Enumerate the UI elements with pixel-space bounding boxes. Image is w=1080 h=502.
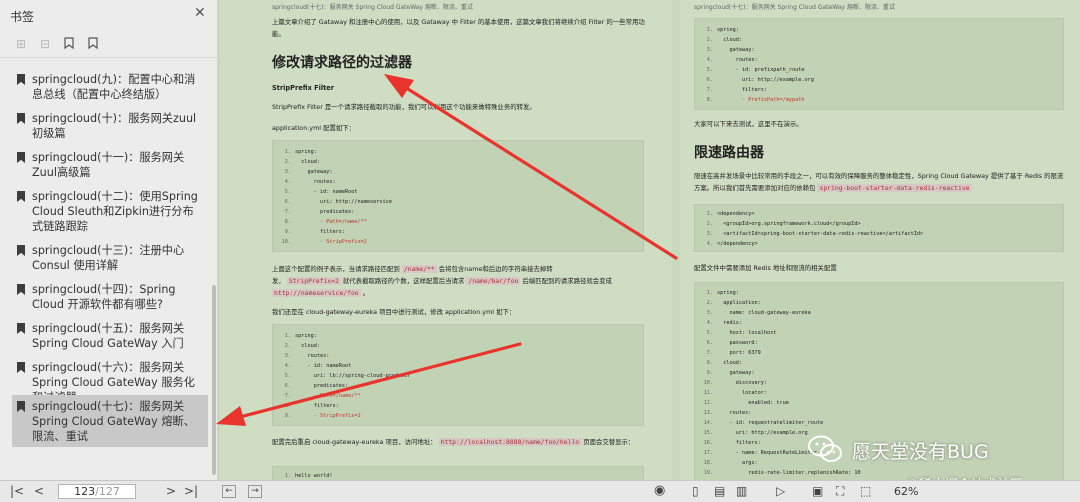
code-block: 1. spring: 2. cloud: 3. gateway: 4. route… [694,18,1064,110]
fit-width-icon[interactable]: ⬚ [860,483,871,499]
actual-size-icon[interactable]: ▣ [812,483,823,499]
back-icon[interactable]: ← [222,485,236,498]
bookmark-sidebar: 书签 ✕ ⊞ ⊟ springcloud(九)：配置中心和消息总线（配置中心终结… [0,0,218,480]
next-page-icon[interactable]: > [166,483,176,499]
subsection-heading: StripPrefix Filter [272,84,335,92]
bookmark-icon [17,74,25,85]
document-page-right: springcloud(十七)：服务网关 Spring Cloud GateWa… [680,0,1080,480]
code-block: 1. spring: 2. cloud: 3. gateway: 4. route… [272,140,644,252]
section-heading: 修改请求路径的过滤器 [272,55,412,71]
section-heading: 限速路由器 [694,145,764,161]
running-head: springcloud(十七)：服务网关 Spring Cloud GateWa… [694,4,895,11]
add-bookmark-icon[interactable] [62,37,76,51]
bookmark-icon [17,245,25,256]
running-head: springcloud(十七)：服务网关 Spring Cloud GateWa… [272,4,473,11]
bottom-toolbar: |< < 123/127 > >| ← → ◉ ▯ ▤ ▥ ▷ ▣ ⛶ ⬚ 62… [0,480,1080,502]
bookmark-item[interactable]: springcloud(十四)：Spring Cloud 开源软件都有哪些? [12,280,208,314]
paragraph: 配置完后重启 cloud-gateway-eureka 项目，访问地址： htt… [272,438,635,446]
collapse-all-icon[interactable]: ⊟ [38,37,52,51]
close-icon[interactable]: ✕ [194,5,206,21]
wechat-icon [808,435,842,462]
play-icon[interactable]: ▷ [776,483,785,499]
page-number-input[interactable]: 123/127 [58,484,136,499]
bookmark-icon[interactable] [86,37,100,51]
paragraph: 配置文件中需要添加 Redis 地址和限流的相关配置 [694,264,837,272]
bookmark-icon [17,191,25,202]
prev-page-icon[interactable]: < [34,483,44,499]
bookmark-item[interactable]: springcloud(十二)：使用Spring Cloud Sleuth和Zi… [12,187,208,236]
continuous-page-icon[interactable]: ▤ [714,483,725,499]
forward-icon[interactable]: → [248,485,262,498]
zoom-level[interactable]: 62% [894,485,918,498]
sidebar-toolbar: ⊞ ⊟ [0,32,218,58]
sidebar-scrollbar[interactable] [212,285,216,475]
bookmark-icon [17,362,25,373]
bookmark-item[interactable]: springcloud(十)：服务网关zuul初级篇 [12,109,208,143]
code-block: 1. spring: 2. cloud: 3. routes: 4. - id: … [272,324,644,426]
bookmark-icon [17,152,25,163]
watermark-text: 愿天堂没有BUG [852,441,989,463]
last-page-icon[interactable]: >| [184,483,198,499]
expand-all-icon[interactable]: ⊞ [14,37,28,51]
bookmark-item[interactable]: springcloud(十五)：服务网关 Spring Cloud GateWa… [12,319,208,353]
first-page-icon[interactable]: |< [10,483,24,499]
sidebar-title: 书签 [10,10,35,24]
paragraph: StripPrefix Filter 是一个请求路径截取的功能，我们可以利用这个… [272,103,536,111]
two-page-icon[interactable]: ▥ [736,483,747,499]
bookmark-icon [17,284,25,295]
bookmark-item-active[interactable]: springcloud(十七)：服务网关 Spring Cloud GateWa… [12,395,208,447]
bookmark-icon [17,113,25,124]
code-block: 1. hello world! [272,466,644,480]
eye-icon[interactable]: ◉ [654,483,665,499]
bookmark-icon [17,323,25,334]
bookmark-item[interactable]: springcloud(九)：配置中心和消息总线（配置中心终结版） [12,70,208,104]
paragraph: 限速在高并发场景中比较常用的手段之一，可以有效的保障服务的整体稳定性，Sprin… [694,172,1064,192]
sidebar-header: 书签 ✕ [0,0,218,30]
paragraph: 上面这个配置的例子表示，当请求路径匹配到 /name/** 会将包含name和后… [272,265,612,297]
paragraph: application.yml 配置如下： [272,124,356,132]
document-page-left: springcloud(十七)：服务网关 Spring Cloud GateWa… [220,0,672,480]
intro-paragraph: 上篇文章介绍了 Gataway 和注册中心的使用，以及 Gataway 中 Fi… [272,18,645,38]
watermark: 愿天堂没有BUG [808,425,1060,475]
paragraph: 大家可以下来去测试，这里不在演示。 [694,120,803,128]
bookmark-list: springcloud(九)：配置中心和消息总线（配置中心终结版） spring… [0,62,212,480]
single-page-icon[interactable]: ▯ [692,483,699,499]
paragraph: 我们还是在 cloud-gateway-eureka 项目中进行测试，修改 ap… [272,308,516,316]
bookmark-icon [17,401,25,412]
code-block: 1. <dependency> 2. <groupId>org.springfra… [694,204,1064,252]
bookmark-item[interactable]: springcloud(十一)：服务网关Zuul高级篇 [12,148,208,182]
bookmark-item[interactable]: springcloud(十三)：注册中心 Consul 使用详解 [12,241,208,275]
fit-page-icon[interactable]: ⛶ [836,483,844,499]
